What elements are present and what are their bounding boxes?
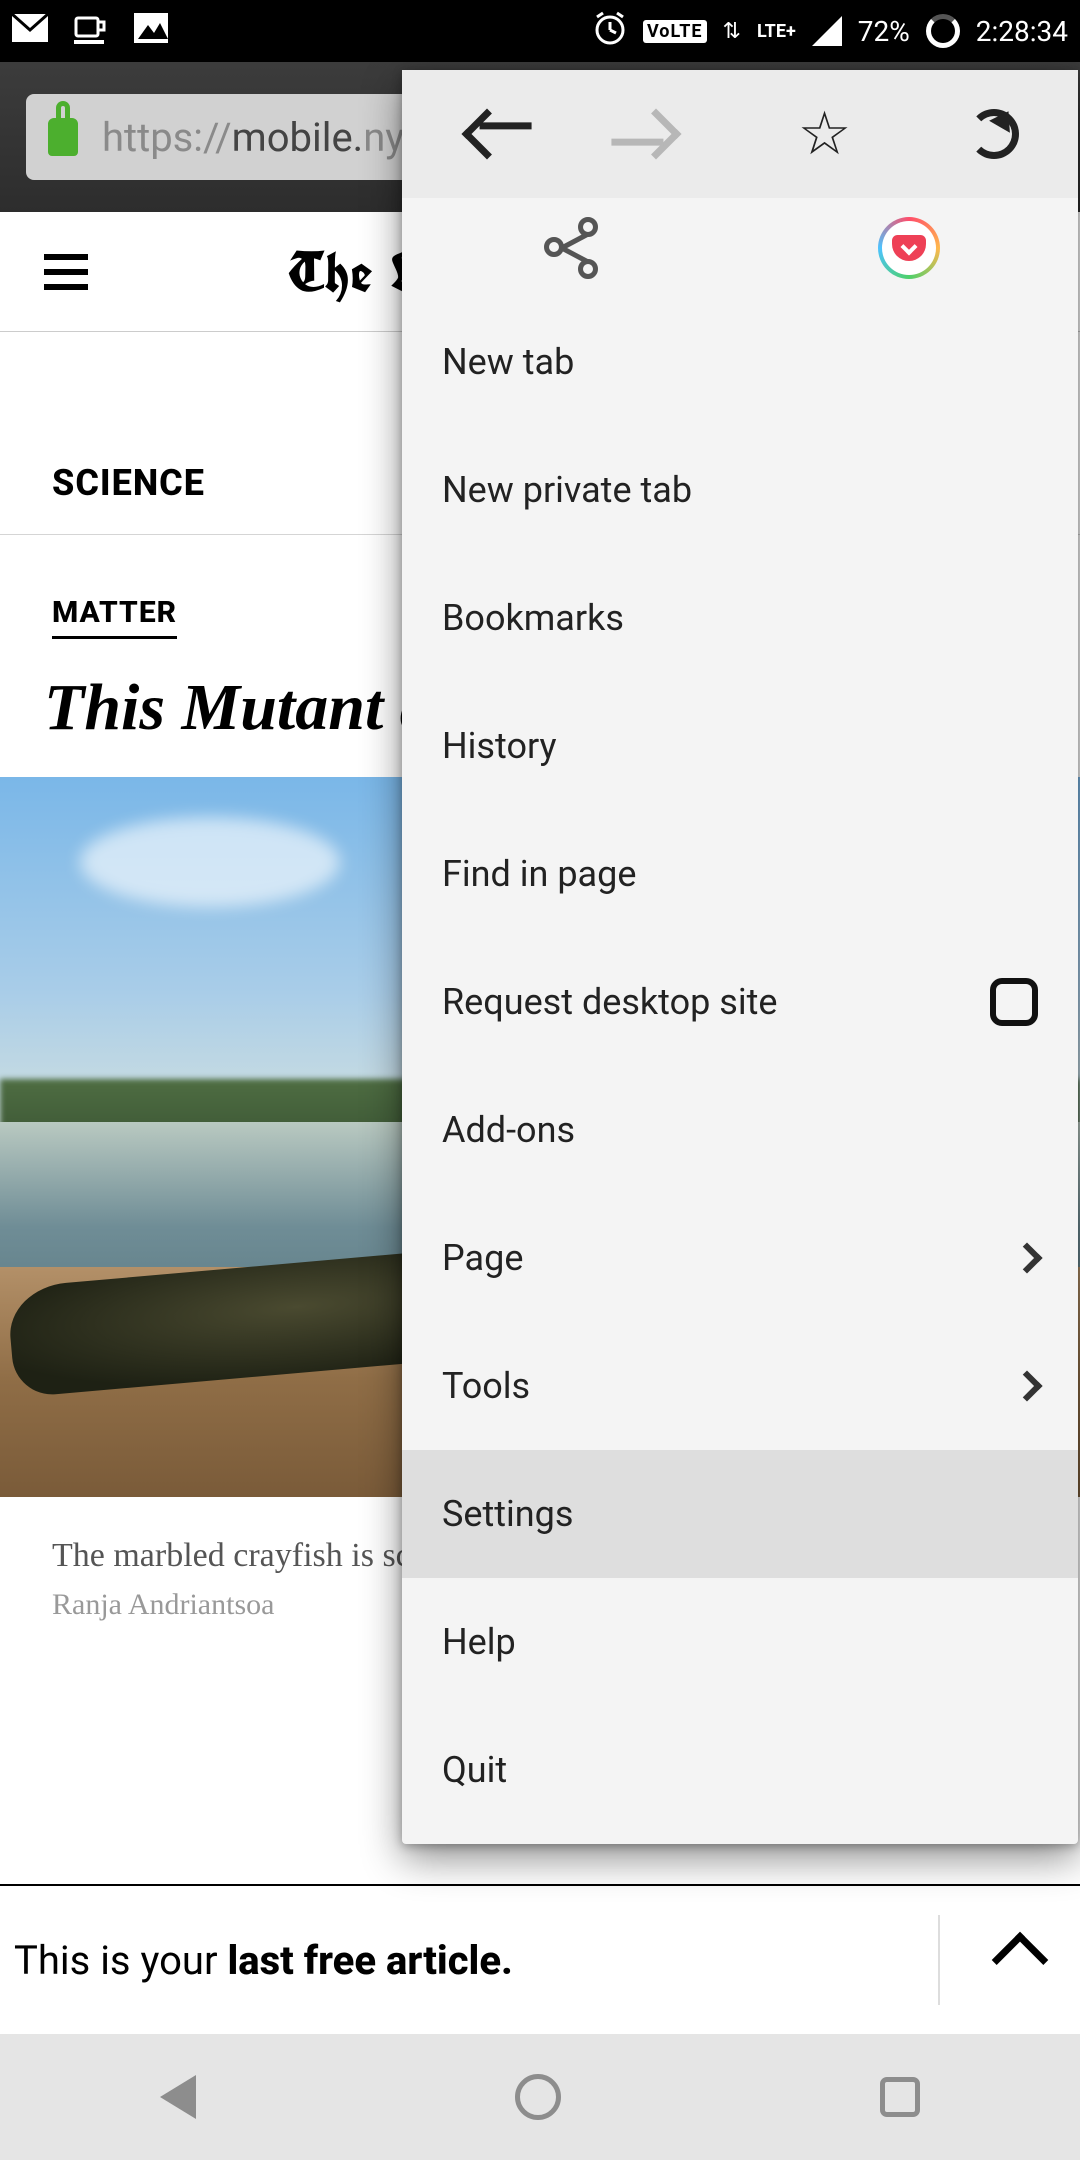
- android-status-bar: VoLTE ⇅ LTE+ 72% 2:28:34: [0, 0, 1080, 62]
- browser-overflow-menu: ☆ New tab New private tab Bookmarks Hist…: [402, 70, 1078, 1844]
- menu-pocket-button[interactable]: [740, 217, 1078, 279]
- menu-item-addons[interactable]: Add-ons: [402, 1066, 1078, 1194]
- paywall-bar[interactable]: This is your last free article.: [0, 1884, 1080, 2034]
- nav-back-icon[interactable]: [160, 2075, 196, 2119]
- menu-item-settings[interactable]: Settings: [402, 1450, 1078, 1578]
- star-icon: ☆: [798, 104, 852, 164]
- chevron-right-icon: [1011, 1242, 1042, 1273]
- menu-item-page[interactable]: Page: [402, 1194, 1078, 1322]
- arrow-right-icon: [630, 109, 681, 160]
- share-icon: [544, 221, 598, 275]
- menu-forward-button: [571, 116, 740, 152]
- menu-share-button[interactable]: [402, 221, 740, 275]
- data-arrows-icon: ⇅: [723, 19, 741, 44]
- checkbox-icon[interactable]: [990, 978, 1038, 1026]
- menu-item-bookmarks[interactable]: Bookmarks: [402, 554, 1078, 682]
- lte-label: LTE+: [757, 21, 796, 42]
- menu-item-find-in-page[interactable]: Find in page: [402, 810, 1078, 938]
- url-text: https://mobile.nyt: [102, 114, 417, 161]
- menu-item-tools[interactable]: Tools: [402, 1322, 1078, 1450]
- coffee-icon: [74, 12, 108, 51]
- menu-item-quit[interactable]: Quit: [402, 1706, 1078, 1834]
- android-nav-bar: [0, 2034, 1080, 2160]
- article-kicker[interactable]: MATTER: [52, 595, 177, 639]
- signal-icon: [812, 16, 842, 46]
- menu-reload-button[interactable]: [909, 109, 1078, 159]
- nav-recent-icon[interactable]: [880, 2077, 920, 2117]
- menu-item-request-desktop[interactable]: Request desktop site: [402, 938, 1078, 1066]
- menu-item-history[interactable]: History: [402, 682, 1078, 810]
- mail-icon: [12, 14, 48, 49]
- alarm-icon: [593, 11, 627, 52]
- menu-bookmark-button[interactable]: ☆: [740, 104, 909, 164]
- nav-home-icon[interactable]: [515, 2074, 561, 2120]
- menu-back-button[interactable]: [402, 116, 571, 152]
- pocket-icon: [878, 217, 940, 279]
- chevron-right-icon: [1011, 1370, 1042, 1401]
- paywall-text: This is your last free article.: [14, 1937, 513, 1984]
- menu-item-help[interactable]: Help: [402, 1578, 1078, 1706]
- battery-label: 72%: [858, 15, 910, 48]
- menu-item-new-private-tab[interactable]: New private tab: [402, 426, 1078, 554]
- clock-label: 2:28:34: [976, 15, 1068, 48]
- lock-icon: [48, 118, 78, 156]
- volte-badge: VoLTE: [643, 20, 707, 43]
- menu-item-new-tab[interactable]: New tab: [402, 298, 1078, 426]
- hamburger-icon[interactable]: [44, 254, 88, 290]
- arrow-left-icon: [461, 109, 512, 160]
- reload-icon: [969, 109, 1019, 159]
- image-icon: [134, 13, 168, 50]
- loading-ring-icon: [926, 14, 960, 48]
- chevron-up-icon[interactable]: [992, 1932, 1049, 1989]
